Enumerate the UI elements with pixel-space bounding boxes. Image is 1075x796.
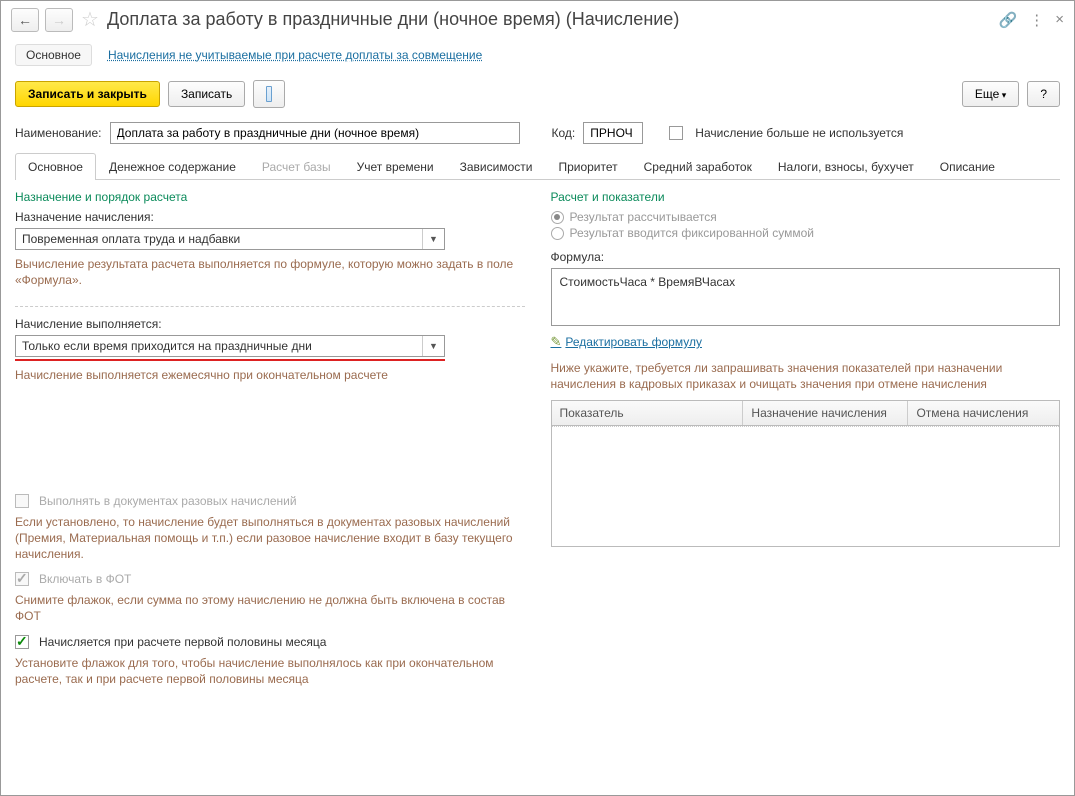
- radio-calc-label: Результат рассчитывается: [570, 210, 717, 224]
- name-label: Наименование:: [15, 126, 102, 140]
- razov-row: Выполнять в документах разовых начислени…: [15, 494, 525, 508]
- close-icon[interactable]: ×: [1055, 11, 1064, 28]
- purpose-select[interactable]: Повременная оплата труда и надбавки ▼: [15, 228, 445, 250]
- left-column: Назначение и порядок расчета Назначение …: [15, 190, 525, 687]
- perform-help: Начисление выполняется ежемесячно при ок…: [15, 367, 525, 383]
- tab-tax[interactable]: Налоги, взносы, бухучет: [765, 153, 927, 180]
- tab-money[interactable]: Денежное содержание: [96, 153, 249, 180]
- col-purpose[interactable]: Назначение начисления: [743, 401, 908, 425]
- purpose-label: Назначение начисления:: [15, 210, 525, 224]
- tab-desc[interactable]: Описание: [927, 153, 1008, 180]
- chevron-down-icon[interactable]: ▼: [422, 229, 444, 249]
- name-input[interactable]: [110, 122, 520, 144]
- perform-value: Только если время приходится на празднич…: [16, 336, 422, 356]
- code-input[interactable]: [583, 122, 643, 144]
- edit-formula-label: Редактировать формулу: [565, 335, 702, 349]
- radio-fixed-label: Результат вводится фиксированной суммой: [570, 226, 814, 240]
- window-title: Доплата за работу в праздничные дни (ноч…: [107, 9, 993, 30]
- kebab-icon[interactable]: ⋮: [1029, 11, 1043, 29]
- content: Назначение и порядок расчета Назначение …: [1, 180, 1074, 697]
- pencil-icon: ✎: [551, 334, 562, 350]
- half-help: Установите флажок для того, чтобы начисл…: [15, 655, 525, 687]
- purpose-value: Повременная оплата труда и надбавки: [16, 229, 422, 249]
- favorite-icon[interactable]: ☆: [81, 7, 99, 32]
- edit-formula-link[interactable]: ✎ Редактировать формулу: [551, 334, 702, 350]
- toolbar: Записать и закрыть Записать Еще ?: [1, 72, 1074, 116]
- tab-deps[interactable]: Зависимости: [447, 153, 546, 180]
- section-calc: Расчет и показатели: [551, 190, 1061, 204]
- razov-label: Выполнять в документах разовых начислени…: [39, 494, 297, 508]
- link-icon[interactable]: 🔗: [999, 11, 1018, 29]
- forward-button[interactable]: →: [45, 8, 73, 32]
- chevron-down-icon[interactable]: ▼: [422, 336, 444, 356]
- not-used-checkbox[interactable]: [669, 126, 683, 140]
- tab-time[interactable]: Учет времени: [344, 153, 447, 180]
- topnav-main[interactable]: Основное: [15, 44, 92, 66]
- tab-avg[interactable]: Средний заработок: [631, 153, 765, 180]
- window: ← → ☆ Доплата за работу в праздничные дн…: [0, 0, 1075, 796]
- tab-main[interactable]: Основное: [15, 153, 96, 180]
- radio-fixed: Результат вводится фиксированной суммой: [551, 226, 1061, 240]
- half-checkbox[interactable]: [15, 635, 29, 649]
- grid-body[interactable]: [552, 426, 1060, 546]
- perform-highlight: Только если время приходится на празднич…: [15, 335, 445, 361]
- code-label: Код:: [552, 126, 576, 140]
- grid-hint: Ниже укажите, требуется ли запрашивать з…: [551, 360, 1061, 392]
- right-column: Расчет и показатели Результат рассчитыва…: [551, 190, 1061, 687]
- radio-calc: Результат рассчитывается: [551, 210, 1061, 224]
- radio-icon: [551, 211, 564, 224]
- section-purpose: Назначение и порядок расчета: [15, 190, 525, 204]
- tab-base[interactable]: Расчет базы: [249, 153, 344, 180]
- col-cancel[interactable]: Отмена начисления: [908, 401, 1059, 425]
- topnav-link[interactable]: Начисления не учитываемые при расчете до…: [108, 48, 482, 62]
- fot-help: Снимите флажок, если сумма по этому начи…: [15, 592, 525, 624]
- half-row: Начисляется при расчете первой половины …: [15, 635, 525, 649]
- formula-label: Формула:: [551, 250, 1061, 264]
- help-button[interactable]: ?: [1027, 81, 1060, 107]
- fot-label: Включать в ФОТ: [39, 572, 131, 586]
- tabs: Основное Денежное содержание Расчет базы…: [15, 152, 1060, 180]
- save-close-button[interactable]: Записать и закрыть: [15, 81, 160, 107]
- more-button[interactable]: Еще: [962, 81, 1019, 107]
- document-icon: [266, 86, 272, 102]
- fot-row: Включать в ФОТ: [15, 572, 525, 586]
- name-row: Наименование: Код: Начисление больше не …: [1, 116, 1074, 150]
- perform-select[interactable]: Только если время приходится на празднич…: [15, 335, 445, 357]
- col-indicator[interactable]: Показатель: [552, 401, 744, 425]
- razov-help: Если установлено, то начисление будет вы…: [15, 514, 525, 563]
- half-label: Начисляется при расчете первой половины …: [39, 635, 326, 649]
- top-nav: Основное Начисления не учитываемые при р…: [1, 38, 1074, 72]
- razov-checkbox: [15, 494, 29, 508]
- formula-box[interactable]: СтоимостьЧаса * ВремяВЧасах: [551, 268, 1061, 326]
- save-button[interactable]: Записать: [168, 81, 245, 107]
- purpose-help: Вычисление результата расчета выполняетс…: [15, 256, 525, 288]
- titlebar: ← → ☆ Доплата за работу в праздничные дн…: [1, 1, 1074, 38]
- fot-checkbox: [15, 572, 29, 586]
- radio-icon: [551, 227, 564, 240]
- divider: [15, 306, 525, 307]
- back-button[interactable]: ←: [11, 8, 39, 32]
- not-used-label: Начисление больше не используется: [695, 126, 903, 140]
- document-button[interactable]: [253, 80, 285, 108]
- grid-header: Показатель Назначение начисления Отмена …: [552, 401, 1060, 426]
- perform-label: Начисление выполняется:: [15, 317, 525, 331]
- tab-priority[interactable]: Приоритет: [545, 153, 630, 180]
- indicators-grid[interactable]: Показатель Назначение начисления Отмена …: [551, 400, 1061, 547]
